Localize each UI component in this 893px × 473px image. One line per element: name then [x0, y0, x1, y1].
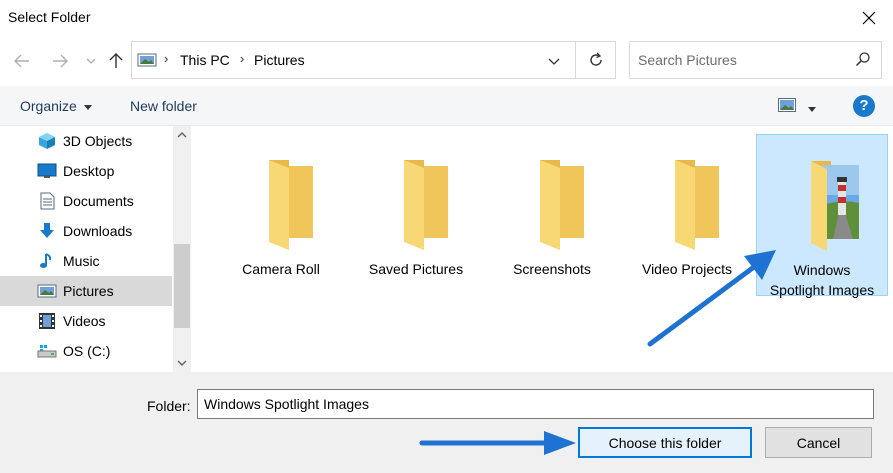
folder-icon — [269, 160, 313, 250]
folder-item-saved-pictures[interactable]: Saved Pictures — [350, 134, 482, 296]
close-icon — [862, 11, 876, 25]
folder-name: Video Projects — [641, 261, 732, 277]
folder-name: Windows Spotlight Images — [757, 260, 887, 300]
desktop-icon — [37, 163, 57, 178]
navigation-pane: 3D Objects Desktop Documents Downloads M… — [0, 126, 193, 372]
chevron-down-icon — [177, 360, 187, 366]
sidebar-item-label: 3D Objects — [63, 133, 133, 149]
folder-item-windows-spotlight-images[interactable]: Windows Spotlight Images — [756, 134, 888, 298]
folder-icon — [540, 160, 584, 250]
this-pc-icon — [137, 53, 157, 67]
forward-button[interactable] — [48, 48, 72, 74]
arrow-up-icon — [109, 53, 123, 68]
choose-this-folder-button[interactable]: Choose this folder — [578, 427, 752, 458]
title-bar: Select Folder — [0, 0, 893, 36]
help-button[interactable]: ? — [853, 95, 875, 117]
view-options-button[interactable] — [808, 99, 816, 115]
folder-name-field[interactable] — [197, 389, 874, 419]
sidebar-item-label: OS (C:) — [63, 343, 111, 359]
folder-with-lighthouse-preview-icon — [811, 161, 859, 251]
search-box[interactable] — [629, 41, 882, 79]
up-button[interactable] — [104, 48, 128, 74]
view-large-icons-icon — [778, 98, 796, 112]
sidebar-item-downloads[interactable]: Downloads — [0, 216, 172, 246]
new-folder-button[interactable]: New folder — [130, 98, 197, 114]
refresh-button[interactable] — [575, 42, 616, 78]
sidebar-item-label: Downloads — [63, 223, 133, 239]
command-toolbar: Organize New folder ? — [0, 86, 893, 126]
folder-item-camera-roll[interactable]: Camera Roll — [215, 134, 347, 296]
sidebar-item-pictures[interactable]: Pictures — [0, 276, 172, 306]
document-icon — [40, 192, 55, 210]
chevron-down-icon — [548, 58, 560, 65]
sidebar-item-documents[interactable]: Documents — [0, 186, 172, 216]
folder-name: Saved Pictures — [368, 261, 464, 277]
back-button[interactable] — [10, 48, 34, 74]
sidebar-item-videos[interactable]: Videos — [0, 306, 172, 336]
sidebar-item-label: Documents — [63, 193, 134, 209]
scroll-down-button[interactable] — [173, 354, 191, 372]
navigation-bar: › This PC › Pictures — [0, 36, 893, 86]
folder-name-line: Windows — [793, 262, 851, 278]
dialog-footer: Folder: Choose this folder Cancel — [0, 372, 893, 473]
folder-name-line: Spotlight Images — [769, 282, 875, 298]
cube-icon — [39, 133, 55, 149]
film-icon — [39, 313, 55, 329]
music-icon — [40, 253, 52, 268]
arrow-right-icon — [53, 54, 68, 68]
organize-label: Organize — [20, 98, 77, 114]
organize-button[interactable]: Organize — [20, 98, 92, 114]
scroll-up-button[interactable] — [173, 126, 191, 144]
refresh-icon — [590, 52, 602, 66]
breadcrumb-this-pc[interactable]: This PC — [180, 52, 230, 68]
sidebar-item-desktop[interactable]: Desktop — [0, 156, 172, 186]
folder-item-screenshots[interactable]: Screenshots — [486, 134, 618, 296]
address-bar[interactable]: › This PC › Pictures — [131, 41, 616, 79]
sidebar-scrollbar[interactable] — [173, 126, 191, 372]
recent-locations-button[interactable] — [84, 48, 98, 74]
caret-down-icon — [83, 104, 92, 110]
search-input[interactable] — [638, 50, 848, 70]
chevron-down-icon — [86, 58, 96, 64]
sidebar-item-label: Pictures — [63, 283, 114, 299]
sidebar-item-music[interactable]: Music — [0, 246, 172, 276]
folder-icon — [675, 160, 719, 250]
change-view-button[interactable] — [778, 98, 796, 115]
caret-down-icon — [808, 107, 816, 112]
address-history-button[interactable] — [544, 52, 564, 70]
folder-icon — [404, 160, 448, 250]
breadcrumb-pictures[interactable]: Pictures — [254, 52, 305, 68]
drive-icon — [37, 345, 57, 358]
sidebar-item-label: Videos — [63, 313, 106, 329]
search-icon — [855, 52, 870, 67]
folder-field-label: Folder: — [147, 398, 191, 414]
folder-item-video-projects[interactable]: Video Projects — [621, 134, 753, 296]
sidebar-item-os-c[interactable]: OS (C:) — [0, 336, 172, 366]
sidebar-item-3d-objects[interactable]: 3D Objects — [0, 126, 172, 156]
chevron-up-icon — [177, 132, 187, 138]
scrollbar-thumb[interactable] — [174, 244, 190, 328]
cancel-button[interactable]: Cancel — [765, 427, 872, 458]
close-button[interactable] — [845, 0, 893, 36]
folder-name: Camera Roll — [242, 261, 320, 277]
download-icon — [40, 223, 54, 238]
sidebar-item-label: Music — [63, 253, 100, 269]
folder-name: Screenshots — [513, 261, 591, 277]
arrow-left-icon — [14, 54, 29, 68]
sidebar-item-label: Desktop — [63, 163, 115, 179]
window-title: Select Folder — [8, 9, 91, 25]
folder-view: Camera Roll Saved Pictures Screenshots V… — [193, 126, 893, 372]
breadcrumb-separator-icon: › — [164, 51, 169, 66]
breadcrumb-separator-icon: › — [240, 51, 245, 66]
picture-icon — [37, 284, 57, 298]
